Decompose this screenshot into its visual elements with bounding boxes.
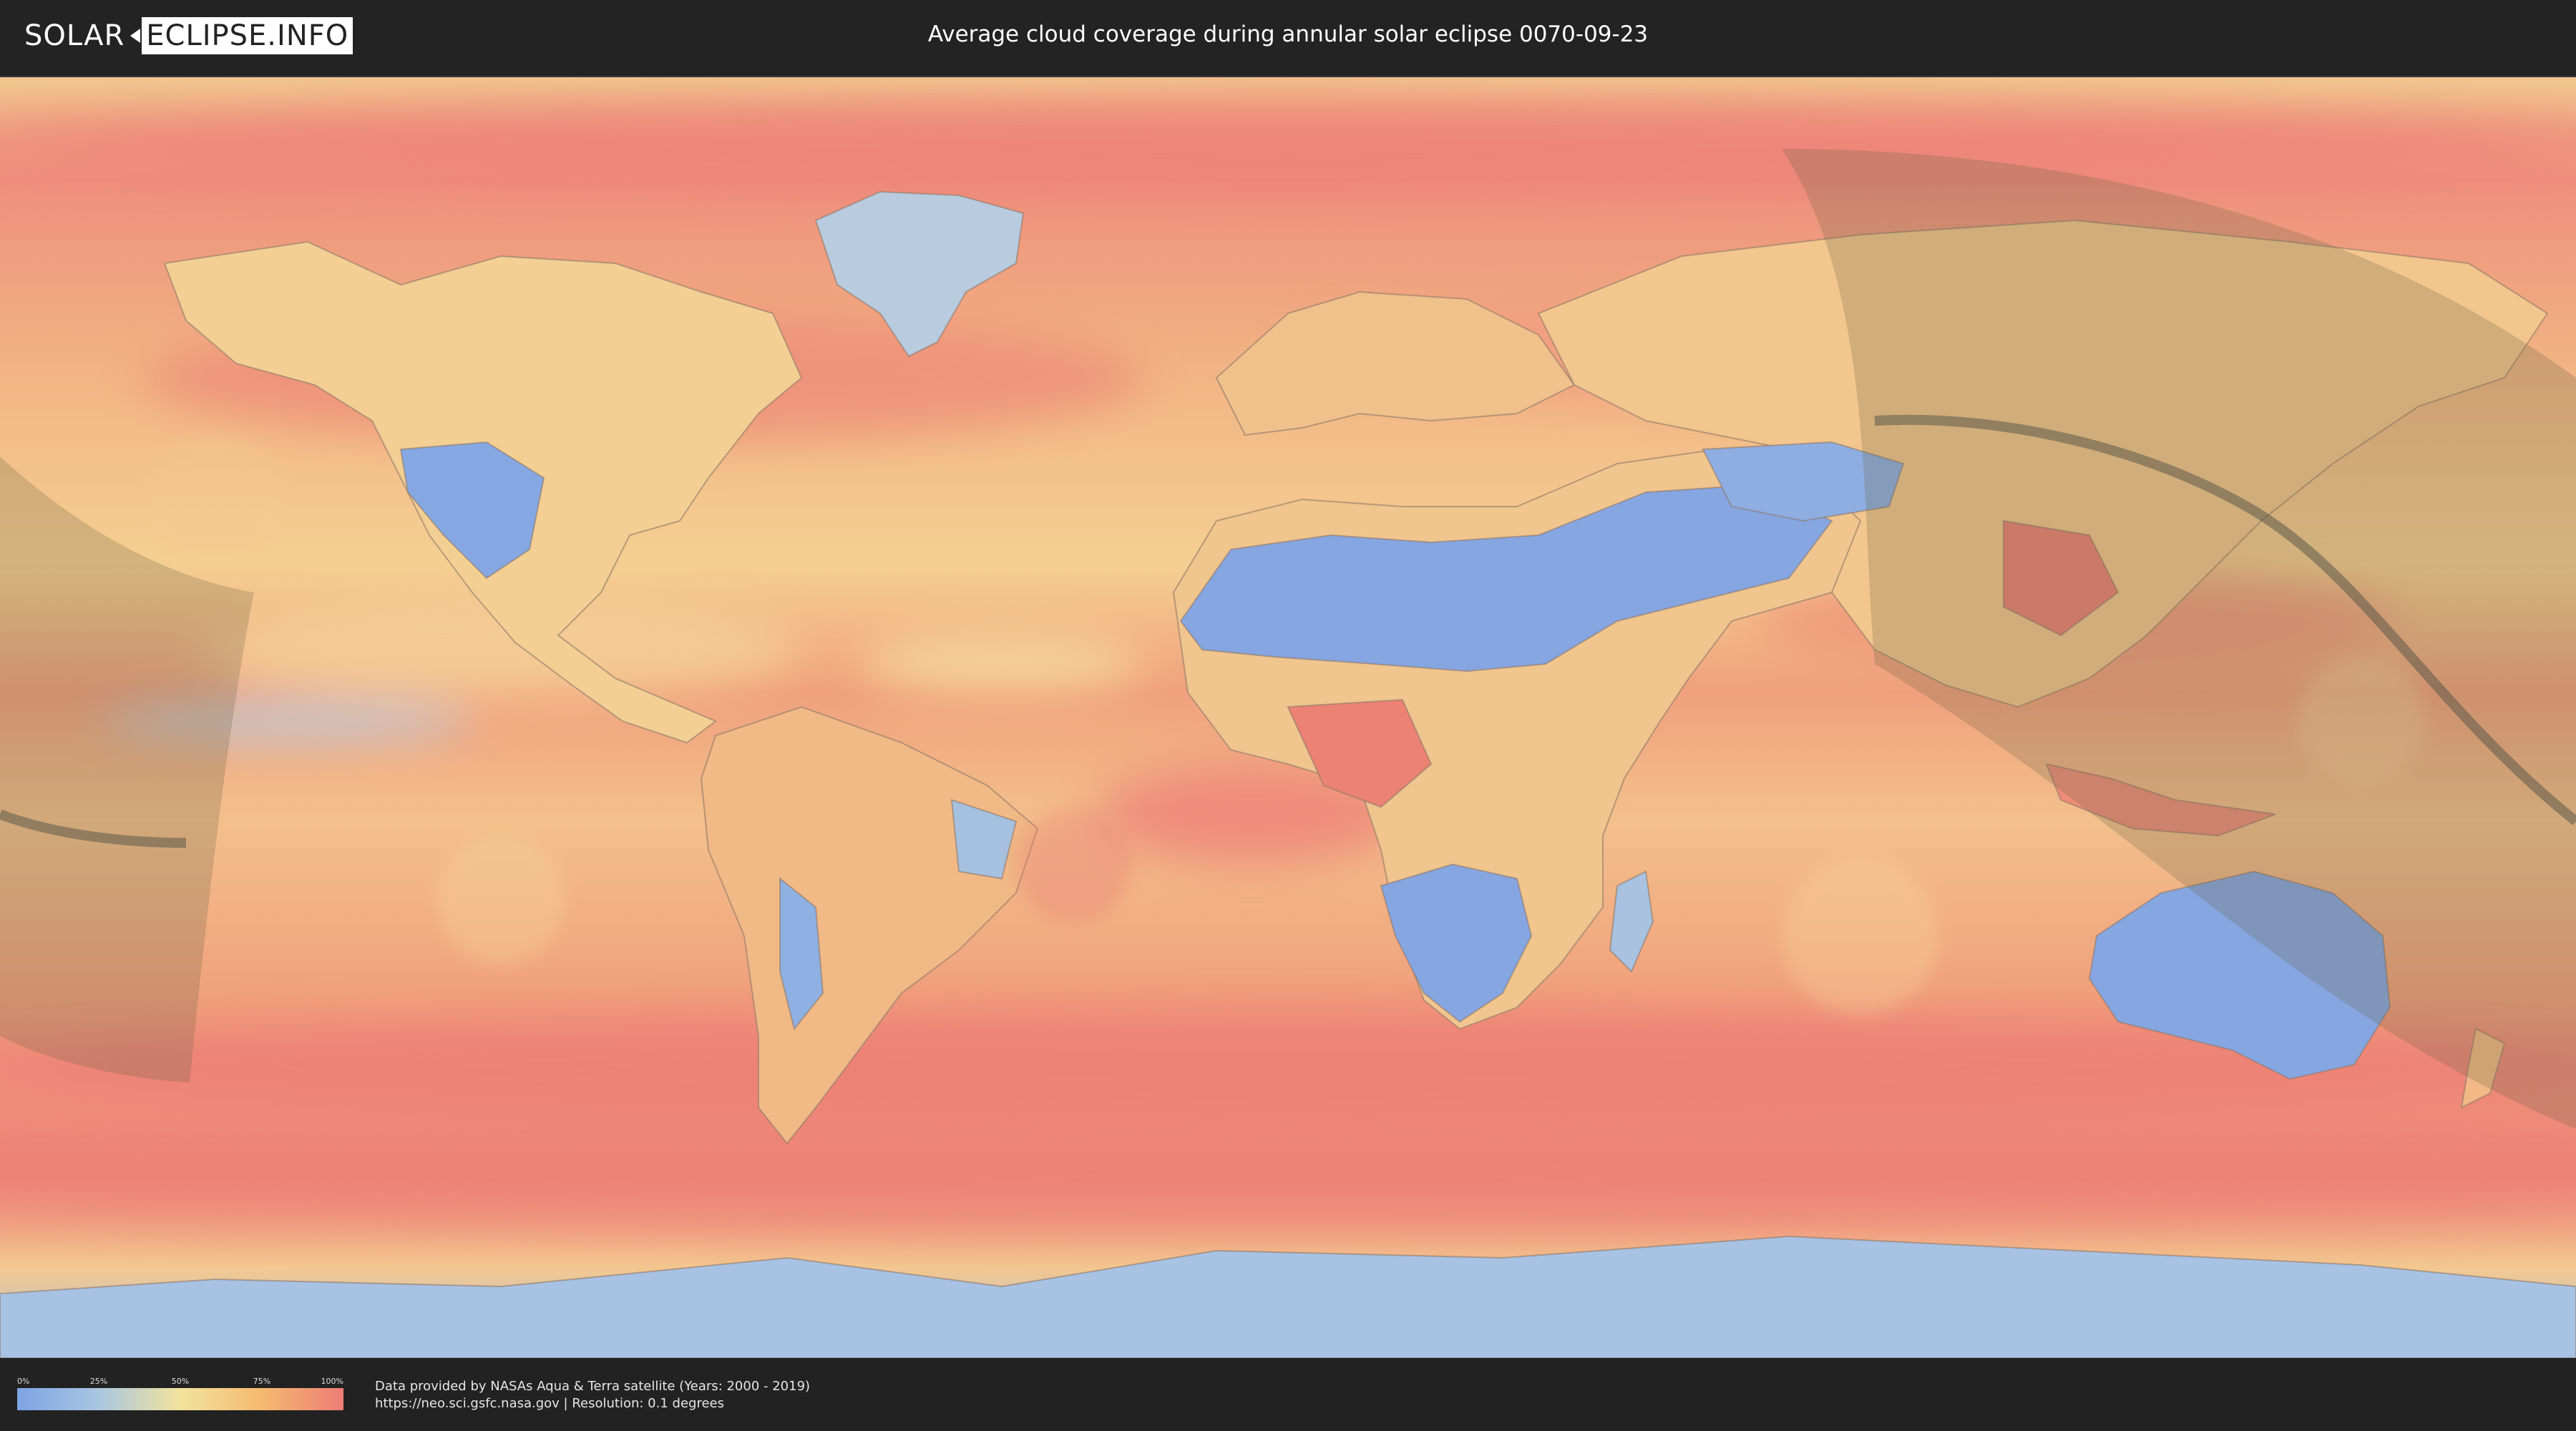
credit-line-url: https://neo.sci.gsfc.nasa.gov | Resoluti…: [375, 1396, 724, 1411]
page-title: Average cloud coverage during annular so…: [927, 21, 1649, 47]
credit-line-source: Data provided by NASAs Aqua & Terra sate…: [375, 1379, 811, 1394]
legend-tick: 75%: [253, 1377, 271, 1386]
legend-ticks: 0% 25% 50% 75% 100%: [17, 1377, 343, 1388]
legend-tick: 100%: [321, 1377, 343, 1386]
legend-tick: 25%: [89, 1377, 108, 1386]
legend-tick: 0%: [17, 1377, 30, 1386]
legend-tick: 50%: [171, 1377, 190, 1386]
header-bar: SOLAR ECLIPSE.INFO Average cloud coverag…: [0, 0, 2576, 73]
data-credit: Data provided by NASAs Aqua & Terra sate…: [375, 1378, 810, 1412]
cloud-coverage-legend: 0% 25% 50% 75% 100%: [17, 1377, 343, 1410]
legend-color-bar: [17, 1388, 343, 1410]
cloud-coverage-map[interactable]: [0, 76, 2576, 1359]
